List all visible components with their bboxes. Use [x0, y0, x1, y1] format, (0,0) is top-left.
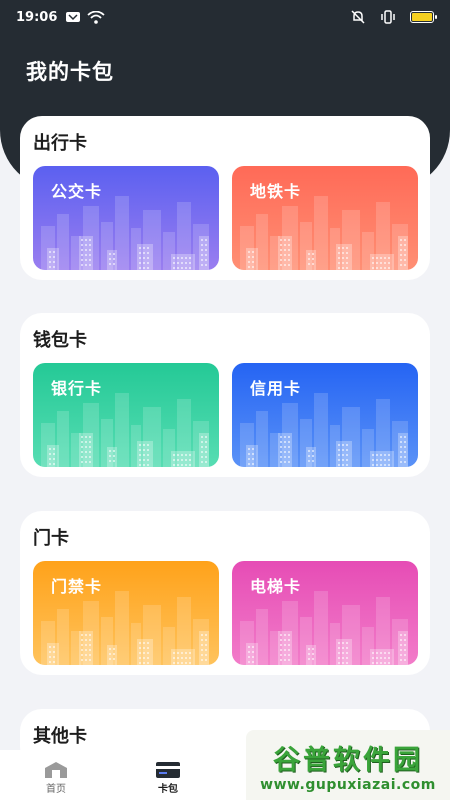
section-wallet-cards: 钱包卡 银行卡 信用卡	[20, 313, 430, 477]
status-time: 19:06	[16, 9, 58, 25]
watermark-url: www.gupuxiazai.com	[260, 776, 436, 793]
card-icon	[155, 760, 181, 780]
card-bank[interactable]: 银行卡	[33, 363, 219, 467]
card-label: 地铁卡	[250, 182, 302, 201]
card-credit[interactable]: 信用卡	[232, 363, 418, 467]
status-bar: 19:06	[0, 0, 450, 34]
card-label: 公交卡	[51, 182, 103, 201]
nav-label: 首页	[46, 784, 66, 795]
wifi-icon	[87, 10, 105, 24]
watermark-logo: 谷普软件园 www.gupuxiazai.com	[246, 730, 450, 800]
vibrate-icon	[380, 10, 396, 24]
card-elevator[interactable]: 电梯卡	[232, 561, 418, 665]
nav-item-cards[interactable]: 卡包	[112, 750, 224, 800]
card-label: 门禁卡	[51, 577, 103, 596]
mute-icon	[350, 10, 366, 24]
card-label: 银行卡	[51, 379, 103, 398]
card-label: 信用卡	[250, 379, 302, 398]
card-metro[interactable]: 地铁卡	[232, 166, 418, 270]
watermark-title: 谷普软件园	[273, 744, 423, 776]
section-title: 钱包卡	[33, 330, 87, 351]
card-label: 电梯卡	[250, 577, 302, 596]
section-travel-cards: 出行卡 公交卡 地铁卡	[20, 116, 430, 280]
nav-item-home[interactable]: 首页	[0, 750, 112, 800]
nav-label: 卡包	[158, 784, 178, 795]
card-bus[interactable]: 公交卡	[33, 166, 219, 270]
home-icon	[43, 760, 69, 780]
section-title: 门卡	[33, 528, 69, 549]
battery-level	[412, 13, 432, 21]
page-title: 我的卡包	[26, 60, 114, 84]
battery-icon	[410, 11, 437, 23]
card-access[interactable]: 门禁卡	[33, 561, 219, 665]
mail-icon	[65, 11, 81, 23]
section-title: 出行卡	[33, 133, 87, 154]
section-door-cards: 门卡 门禁卡 电梯卡	[20, 511, 430, 675]
